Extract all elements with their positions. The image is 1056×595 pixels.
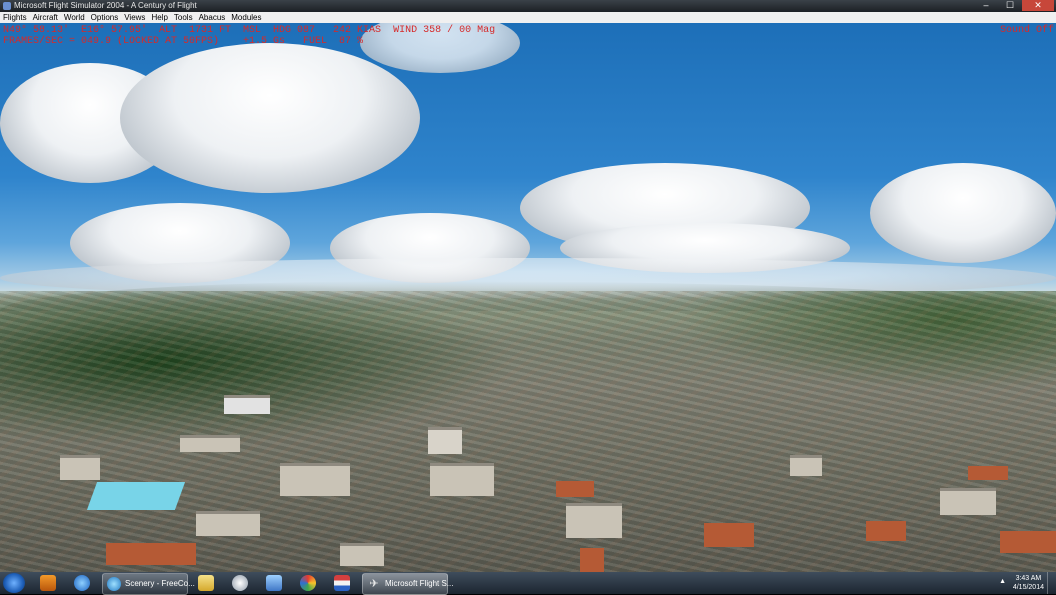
building <box>580 548 604 572</box>
colorful-app-icon[interactable] <box>300 575 316 591</box>
app-icon <box>3 2 11 10</box>
show-desktop-button[interactable] <box>1047 572 1056 594</box>
menu-abacus[interactable]: Abacus <box>196 12 229 23</box>
cloud <box>120 43 420 193</box>
menu-tools[interactable]: Tools <box>171 12 196 23</box>
taskbar: Scenery - FreeCo... ✈ Microsoft Flight S… <box>0 572 1056 595</box>
internet-explorer-icon[interactable] <box>74 575 90 591</box>
building <box>968 466 1008 480</box>
building <box>790 455 822 476</box>
building <box>866 521 906 541</box>
window-controls: – ☐ ✕ <box>974 0 1054 12</box>
globe-icon <box>107 577 121 591</box>
hud-position-line: N49° 58.13' E16° 57.95' ALT 1731 FT MSL … <box>3 25 496 36</box>
taskbar-window-scenery[interactable]: Scenery - FreeCo... <box>102 573 195 595</box>
taskbar-window-label: Microsoft Flight S... <box>385 579 454 588</box>
windows-media-player-icon[interactable] <box>40 575 56 591</box>
folder-icon[interactable] <box>198 575 214 591</box>
menu-flights[interactable]: Flights <box>0 12 30 23</box>
maximize-button[interactable]: ☐ <box>998 0 1022 11</box>
network-icon[interactable] <box>266 575 282 591</box>
system-clock[interactable]: 3:43 AM 4/15/2014 <box>1013 574 1044 592</box>
building <box>704 523 754 547</box>
airplane-icon: ✈ <box>369 578 379 590</box>
building <box>430 463 494 496</box>
building <box>566 503 622 538</box>
menu-aircraft[interactable]: Aircraft <box>30 12 61 23</box>
building <box>224 395 270 414</box>
simulator-viewport[interactable]: N49° 58.13' E16° 57.95' ALT 1731 FT MSL … <box>0 23 1056 572</box>
building <box>940 488 996 515</box>
building <box>106 543 196 565</box>
window-title: Microsoft Flight Simulator 2004 - A Cent… <box>14 1 197 10</box>
tool-icon[interactable] <box>232 575 248 591</box>
menu-options[interactable]: Options <box>88 12 122 23</box>
tray-arrow-icon[interactable]: ▲ <box>999 578 1006 585</box>
building <box>60 455 100 480</box>
clock-time: 3:43 AM <box>1015 575 1042 582</box>
menu-help[interactable]: Help <box>148 12 170 23</box>
building <box>556 481 594 497</box>
building <box>196 511 260 536</box>
window-titlebar[interactable]: Microsoft Flight Simulator 2004 - A Cent… <box>0 0 1056 12</box>
building <box>1000 531 1056 553</box>
hud-sound-status: Sound Off <box>999 25 1054 36</box>
swimming-pool <box>86 482 186 510</box>
hud-frames-line: FRAMES/SEC = 049.9 (LOCKED AT 50FPS) +1.… <box>3 36 364 47</box>
building <box>280 463 350 496</box>
building <box>340 543 384 566</box>
menu-modules[interactable]: Modules <box>228 12 264 23</box>
taskbar-window-flightsim[interactable]: ✈ Microsoft Flight S... <box>362 573 453 595</box>
start-button[interactable] <box>3 573 25 593</box>
menu-world[interactable]: World <box>61 12 88 23</box>
minimize-button[interactable]: – <box>974 0 998 11</box>
clock-date: 4/15/2014 <box>1012 584 1044 591</box>
building <box>428 427 462 454</box>
cloud <box>870 163 1056 263</box>
flag-icon[interactable] <box>334 575 350 591</box>
menu-views[interactable]: Views <box>121 12 148 23</box>
close-button[interactable]: ✕ <box>1022 0 1054 11</box>
building <box>180 435 240 452</box>
taskbar-window-label: Scenery - FreeCo... <box>125 579 195 588</box>
